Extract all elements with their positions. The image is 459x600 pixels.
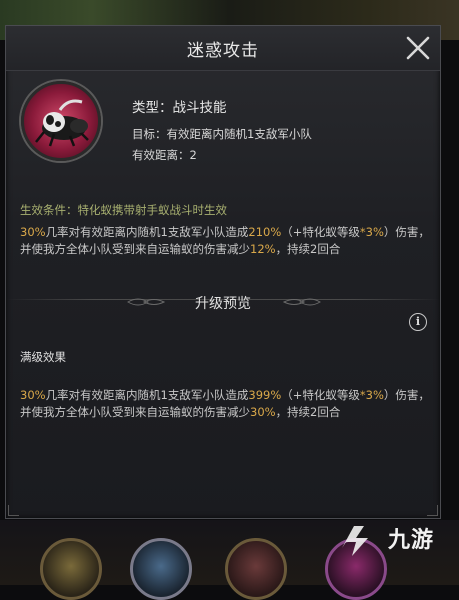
close-button[interactable]	[402, 32, 434, 64]
watermark-text: 九游	[388, 528, 435, 553]
max-reduction-value: 30%	[250, 405, 276, 419]
dialog-header: 迷惑攻击	[6, 26, 440, 71]
max-text-2: （+特化蚁等级	[281, 388, 360, 402]
max-damage-value: 399%	[248, 388, 282, 402]
skill-range-label: 有效距离：2	[132, 148, 197, 162]
dialog-title: 迷惑攻击	[187, 41, 259, 61]
corner-ornament	[427, 505, 438, 516]
skill-slot-3-icon[interactable]	[225, 538, 287, 600]
effect-chance-value: 30%	[20, 225, 46, 239]
effect-text-4: ，持续2回合	[275, 242, 341, 256]
max-text-1: 几率对有效距离内随机1支敌军小队造成	[45, 388, 249, 402]
effect-condition-text: 生效条件：特化蚁携带射手蚁战斗时生效	[20, 203, 227, 217]
skill-detail-dialog: 迷惑攻击 类型：战斗技能 目标：有效距离内随机1支敌军小队 有效距离：2 生效条…	[5, 25, 441, 519]
skill-effect-description: 30%几率对有效距离内随机1支敌军小队造成210%（+特化蚁等级*3%）伤害，并…	[20, 224, 432, 258]
ant-skill-icon	[21, 81, 101, 161]
upgrade-preview-title: 升级预览	[195, 296, 251, 312]
effect-text-1: 几率对有效距离内随机1支敌军小队造成	[45, 225, 249, 239]
effect-text-2: （+特化蚁等级	[281, 225, 360, 239]
effect-damage-value: 210%	[248, 225, 282, 239]
info-icon[interactable]: i	[409, 313, 427, 331]
close-icon	[406, 36, 430, 60]
max-level-effect-description: 30%几率对有效距离内随机1支敌军小队造成399%（+特化蚁等级*3%）伤害，并…	[20, 387, 432, 421]
effect-scale-value: *3%	[359, 225, 384, 239]
max-scale-value: *3%	[359, 388, 384, 402]
max-level-label: 满级效果	[20, 350, 66, 364]
right-leaf-ornament-icon	[282, 298, 321, 306]
skill-slot-1-icon[interactable]	[40, 538, 102, 600]
corner-ornament	[8, 505, 19, 516]
max-chance-value: 30%	[20, 388, 46, 402]
effect-reduction-value: 12%	[250, 242, 276, 256]
skill-type-label: 类型：战斗技能	[132, 100, 227, 116]
skill-slot-2-icon[interactable]	[130, 538, 192, 600]
max-text-4: ，持续2回合	[275, 405, 341, 419]
skill-target-label: 目标：有效距离内随机1支敌军小队	[132, 127, 312, 141]
